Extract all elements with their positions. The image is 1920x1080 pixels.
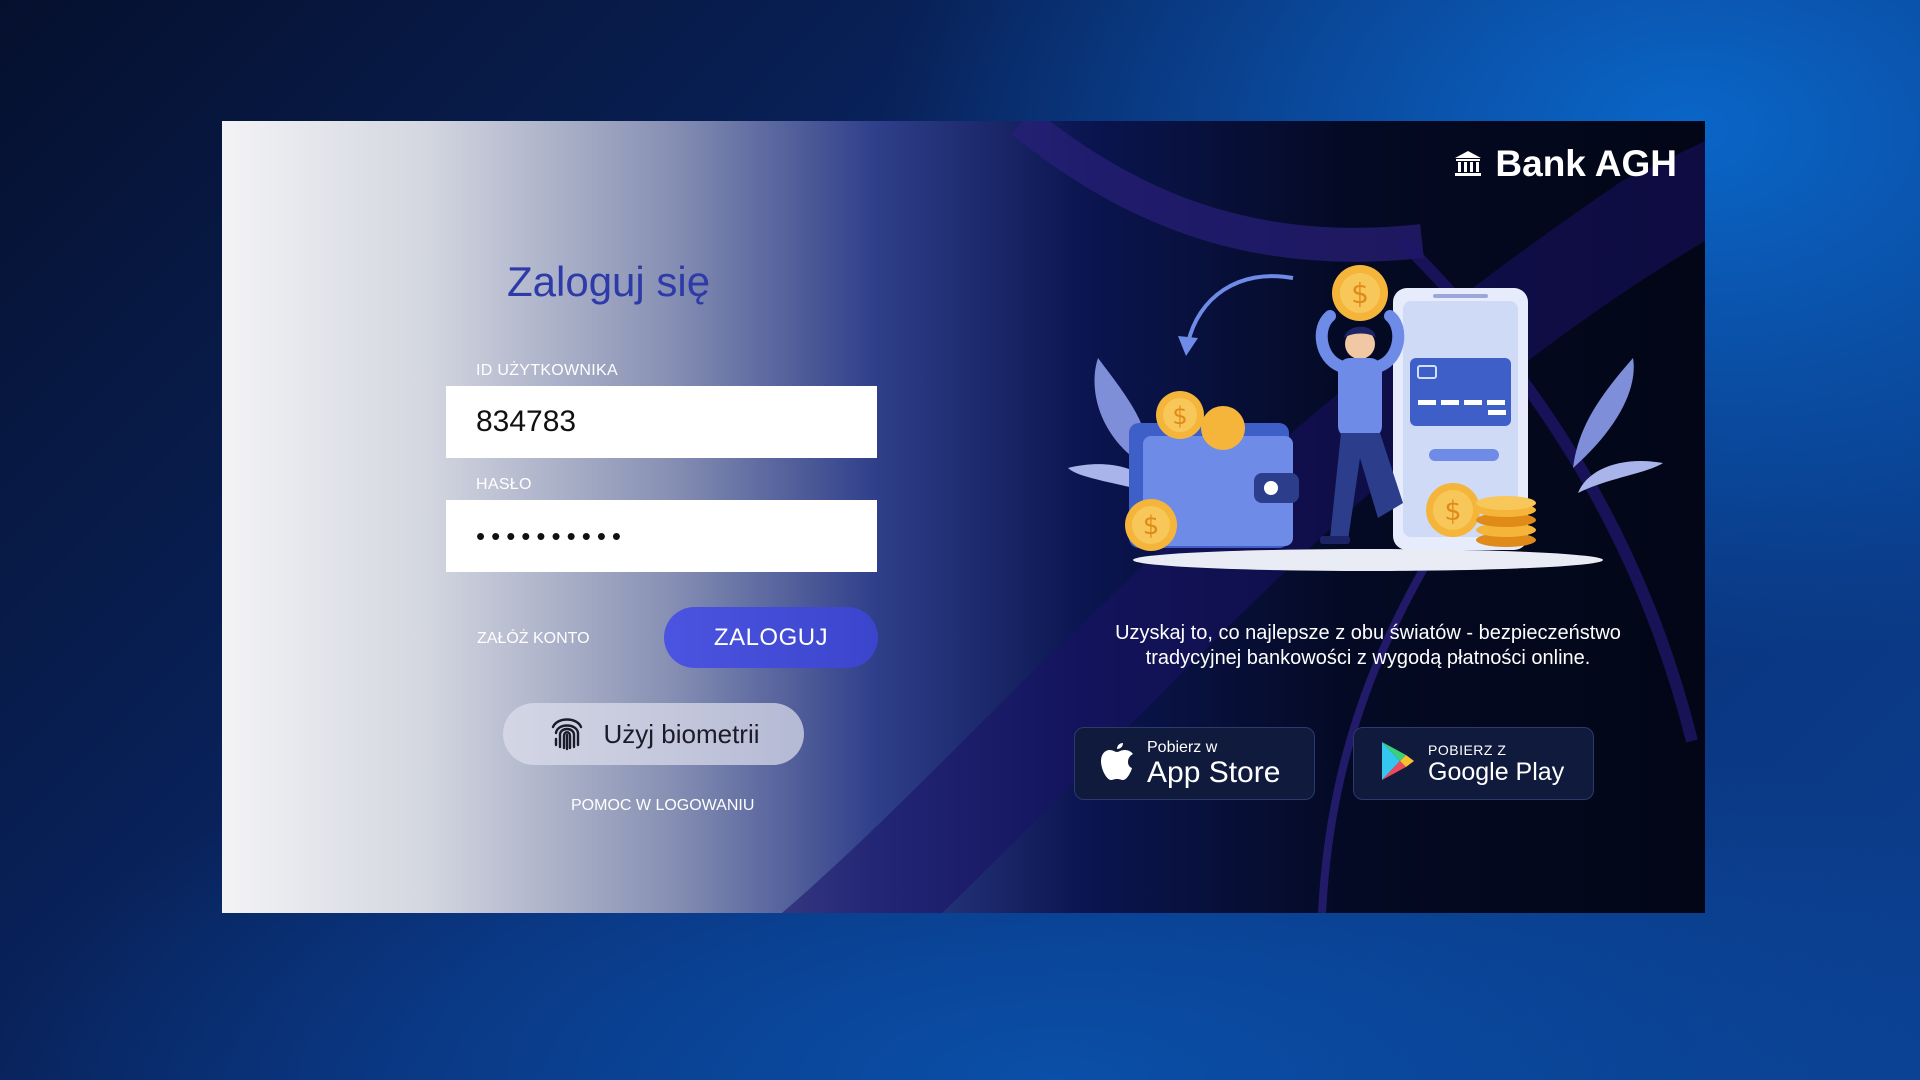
svg-text:$: $ <box>1143 511 1160 541</box>
bank-building-icon <box>1453 149 1483 179</box>
promo-tagline: Uzyskaj to, co najlepsze z obu światów -… <box>1058 621 1678 671</box>
help-link[interactable]: POMOC W LOGOWANIU <box>571 797 754 815</box>
password-input[interactable]: •••••••••• <box>446 500 877 572</box>
register-link[interactable]: ZAŁÓŻ KONTO <box>477 630 590 648</box>
user-id-value: 834783 <box>476 405 577 438</box>
biometrics-button[interactable]: Użyj biometrii <box>503 703 804 765</box>
svg-text:$: $ <box>1444 496 1461 527</box>
brand-name: Bank AGH <box>1495 143 1677 184</box>
password-label: HASŁO <box>476 476 532 493</box>
fingerprint-icon <box>547 711 587 758</box>
page-title: Zaloguj się <box>507 258 711 305</box>
login-button[interactable]: ZALOGUJ <box>664 607 878 668</box>
biometrics-label: Użyj biometrii <box>603 718 760 749</box>
login-button-label: ZALOGUJ <box>713 623 829 651</box>
app-store-button[interactable]: Pobierz w App Store <box>1074 727 1315 800</box>
tagline-line-2: tradycyjnej bankowości z wygodą płatnośc… <box>1145 647 1591 669</box>
svg-text:$: $ <box>1172 402 1187 430</box>
brand-logo: Bank AGH <box>1453 143 1677 185</box>
svg-text:$: $ <box>1351 277 1369 310</box>
apple-icon <box>1099 740 1135 787</box>
google-play-small-label: POBIERZ Z <box>1428 741 1507 758</box>
user-id-label: ID UŻYTKOWNIKA <box>476 362 618 379</box>
google-play-button[interactable]: POBIERZ Z Google Play <box>1353 727 1594 800</box>
tagline-line-1: Uzyskaj to, co najlepsze z obu światów -… <box>1115 622 1621 644</box>
app-store-label: App Store <box>1147 755 1281 789</box>
google-play-label: Google Play <box>1428 757 1565 786</box>
google-play-icon <box>1378 740 1416 787</box>
user-id-input[interactable]: 834783 <box>446 386 877 458</box>
app-store-small-label: Pobierz w <box>1147 738 1218 756</box>
finance-illustration: $ $ $ $ <box>1068 265 1663 571</box>
password-value: •••••••••• <box>476 520 628 551</box>
login-card: Bank AGH Zaloguj się ID UŻYTKOWNIKA 8347… <box>222 121 1705 913</box>
